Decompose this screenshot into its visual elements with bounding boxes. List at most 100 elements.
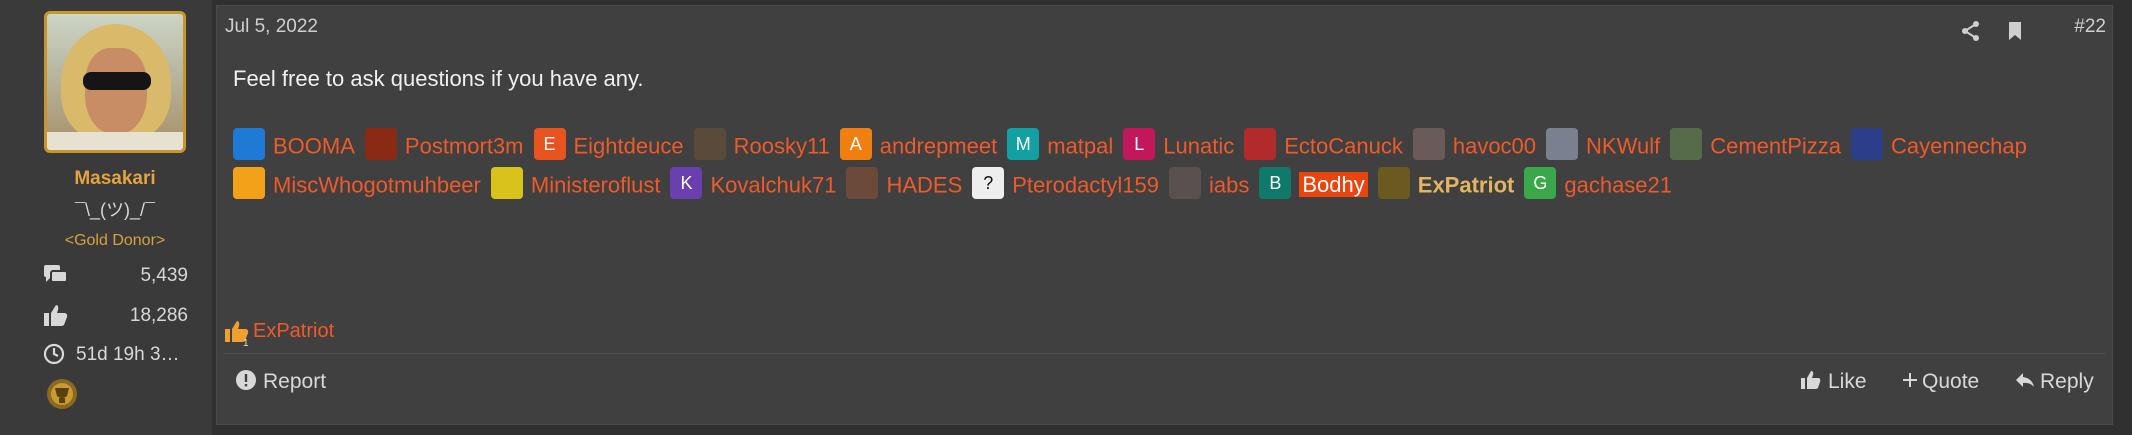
- report-icon: [236, 370, 256, 390]
- mention-name[interactable]: EctoCanuck: [1284, 134, 1403, 159]
- mention-avatar[interactable]: [364, 128, 397, 161]
- report-label: Report: [263, 370, 327, 393]
- mention-name[interactable]: andrepmeet: [880, 134, 997, 159]
- mention-item[interactable]: HADES: [846, 165, 962, 204]
- mention-name[interactable]: Kovalchuk71: [710, 172, 836, 197]
- user-sidebar: Masakari ¯\_(ツ)_/¯ <Gold Donor> 5,439 18…: [0, 0, 212, 435]
- avatar[interactable]: [44, 11, 186, 153]
- mention-avatar[interactable]: A: [839, 128, 872, 161]
- mention-item[interactable]: ? Pterodactyl159: [972, 165, 1159, 204]
- mention-name[interactable]: ExPatriot: [1418, 172, 1515, 197]
- mention-item[interactable]: Postmort3m: [364, 126, 524, 165]
- mention-avatar[interactable]: [1670, 128, 1703, 161]
- bookmark-icon[interactable]: [2004, 20, 2026, 42]
- mention-item[interactable]: Mmatpal: [1007, 126, 1113, 165]
- mention-avatar[interactable]: ?: [972, 166, 1005, 199]
- mention-avatar[interactable]: K: [670, 166, 703, 199]
- post-panel: Jul 5, 2022 #22 Feel free to ask questio…: [216, 5, 2113, 425]
- mention-name[interactable]: Ministeroflust: [531, 172, 661, 197]
- mention-item[interactable]: B Bodhy: [1259, 165, 1368, 204]
- mention-name[interactable]: iabs: [1209, 172, 1249, 197]
- mention-name[interactable]: havoc00: [1453, 134, 1536, 159]
- mention-name[interactable]: MiscWhogotmuhbeer: [273, 172, 481, 197]
- mention-item[interactable]: Ggachase21: [1524, 165, 1672, 204]
- mention-avatar[interactable]: E: [533, 128, 566, 161]
- post-message: Feel free to ask questions if you have a…: [233, 66, 644, 91]
- mention-item[interactable]: E Eightdeuce: [533, 126, 684, 165]
- mention-item[interactable]: K Kovalchuk71: [670, 165, 836, 204]
- mention-name[interactable]: Lunatic: [1163, 134, 1234, 159]
- mention-item[interactable]: Cayennechap: [1851, 126, 2027, 165]
- avatar-face: [85, 48, 147, 134]
- username[interactable]: Masakari: [0, 168, 230, 190]
- trophy-icon[interactable]: [44, 376, 80, 412]
- mention-avatar[interactable]: [1546, 128, 1579, 161]
- mention-avatar[interactable]: [693, 128, 726, 161]
- mention-item[interactable]: havoc00: [1412, 126, 1536, 165]
- mention-item[interactable]: ExPatriot: [1377, 165, 1515, 204]
- post-date[interactable]: Jul 5, 2022: [225, 16, 318, 38]
- mention-avatar[interactable]: [1412, 128, 1445, 161]
- messages-count: 5,439: [140, 265, 188, 286]
- mention-avatar[interactable]: [1244, 128, 1277, 161]
- mention-avatar[interactable]: L: [1123, 128, 1156, 161]
- clock-icon: [43, 343, 65, 365]
- reply-button[interactable]: Reply: [2014, 369, 2094, 394]
- mention-name[interactable]: matpal: [1047, 134, 1113, 159]
- mention-name[interactable]: Bodhy: [1299, 172, 1368, 198]
- reactions-count: 18,286: [129, 305, 188, 326]
- like-button[interactable]: Like: [1800, 369, 1867, 394]
- reply-label: Reply: [2040, 370, 2094, 393]
- mention-item[interactable]: Roosky11: [693, 126, 830, 165]
- footer-divider: [223, 353, 2106, 354]
- reaction-user[interactable]: ExPatriot: [253, 320, 334, 343]
- mention-item[interactable]: iabs: [1169, 165, 1249, 204]
- share-icon[interactable]: [1960, 20, 1982, 42]
- mention-item[interactable]: Ministeroflust: [490, 165, 661, 204]
- mention-name[interactable]: Postmort3m: [405, 134, 524, 159]
- post-footer: Report Like Quote Reply: [217, 369, 2112, 399]
- like-reaction-icon: 1: [225, 321, 249, 346]
- stat-messages: 5,439: [42, 263, 188, 289]
- messages-icon: [44, 265, 68, 283]
- mention-avatar[interactable]: G: [1524, 166, 1557, 199]
- reaction-count: 1: [243, 338, 249, 346]
- mention-item[interactable]: NKWulf: [1546, 126, 1660, 165]
- mention-name[interactable]: CementPizza: [1710, 134, 1841, 159]
- mention-name[interactable]: gachase21: [1564, 172, 1672, 197]
- mention-avatar[interactable]: B: [1259, 166, 1292, 199]
- mention-name[interactable]: BOOMA: [273, 134, 355, 159]
- mention-item[interactable]: CementPizza: [1670, 126, 1841, 165]
- mention-avatar[interactable]: [233, 166, 265, 199]
- like-label: Like: [1828, 370, 1867, 393]
- mention-item[interactable]: Aandrepmeet: [839, 126, 997, 165]
- mention-name[interactable]: NKWulf: [1586, 134, 1660, 159]
- mention-name[interactable]: Roosky11: [734, 134, 830, 159]
- mention-item[interactable]: EctoCanuck: [1244, 126, 1403, 165]
- quote-icon: [1903, 373, 1917, 387]
- mention-avatar[interactable]: [233, 128, 265, 161]
- report-button[interactable]: Report: [235, 369, 326, 394]
- avatar-sunglasses: [83, 72, 151, 90]
- mention-avatar[interactable]: [1169, 166, 1202, 199]
- mention-name[interactable]: HADES: [886, 172, 962, 197]
- mention-item[interactable]: MiscWhogotmuhbeer: [233, 165, 481, 204]
- page: Masakari ¯\_(ツ)_/¯ <Gold Donor> 5,439 18…: [0, 0, 2132, 435]
- quote-button[interactable]: Quote: [1902, 369, 1979, 394]
- mention-name[interactable]: Cayennechap: [1891, 134, 2027, 159]
- stat-time: 51d 19h 3…: [42, 342, 188, 368]
- user-banner: <Gold Donor>: [64, 232, 166, 249]
- mention-avatar[interactable]: [846, 166, 879, 199]
- post-number[interactable]: #22: [2074, 16, 2106, 38]
- time-value: 51d 19h 3…: [76, 344, 180, 365]
- mention-item[interactable]: L Lunatic: [1123, 126, 1234, 165]
- mention-item[interactable]: BOOMA: [233, 126, 355, 165]
- mention-avatar[interactable]: [490, 166, 523, 199]
- mention-avatar[interactable]: [1851, 128, 1884, 161]
- quote-label: Quote: [1922, 370, 1980, 393]
- avatar-shirt: [47, 132, 183, 150]
- mention-name[interactable]: Eightdeuce: [574, 134, 684, 159]
- mention-name[interactable]: Pterodactyl159: [1012, 172, 1159, 197]
- mention-avatar[interactable]: M: [1007, 128, 1040, 161]
- mention-avatar[interactable]: [1377, 166, 1410, 199]
